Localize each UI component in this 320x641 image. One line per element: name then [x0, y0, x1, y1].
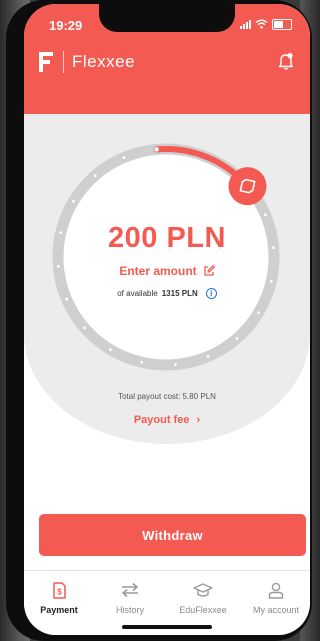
tab-my-account[interactable]: My account: [240, 581, 310, 615]
dial-tick-dot: [72, 199, 75, 203]
user-icon: [268, 582, 284, 599]
dial-tick-dot: [140, 360, 144, 364]
total-payout-cost: Total payout cost: 5.80 PLN: [118, 392, 216, 401]
edit-icon: [204, 265, 215, 276]
dial-tick-dot: [108, 348, 112, 351]
tab-label: History: [115, 605, 144, 615]
chevron-right-icon: ›: [196, 414, 201, 426]
payout-fee-label: Payout fee: [133, 414, 190, 426]
dial-start-dot: [154, 147, 159, 152]
tab-eduflexxee[interactable]: EduFlexxee: [167, 581, 239, 615]
svg-text:$: $: [57, 587, 62, 596]
available-balance: of available 1315 PLN i: [24, 288, 310, 299]
tab-payment[interactable]: $ Payment: [24, 581, 95, 615]
payment-icon: $: [52, 581, 66, 599]
withdraw-amount: 200 PLN: [108, 222, 226, 254]
dial-tick-dot: [93, 174, 97, 177]
info-icon[interactable]: i: [205, 288, 217, 299]
payout-fee-link[interactable]: Payout fee ›: [24, 414, 310, 426]
dial-tick-dot: [122, 156, 126, 159]
dial-tick-dot: [235, 337, 239, 340]
dial-tick-dot: [174, 363, 177, 366]
tab-label: My account: [252, 605, 300, 615]
enter-amount-link[interactable]: Enter amount: [24, 264, 310, 278]
dial-tick-dot: [269, 279, 273, 283]
dial-tick-dot: [206, 355, 210, 358]
tab-label: EduFlexxee: [179, 605, 227, 615]
app-screen: 19:29 Flexxee 200 PLN Enter amount of av…: [24, 4, 310, 635]
dial-tick-dot: [264, 213, 267, 217]
phone-frame: 19:29 Flexxee 200 PLN Enter amount of av…: [6, 0, 312, 641]
tab-history[interactable]: History: [94, 581, 166, 615]
tab-label: Payment: [40, 605, 78, 615]
dial-tick-dot: [257, 311, 260, 315]
withdraw-button[interactable]: Withdraw: [39, 514, 306, 556]
transfer-arrows-icon: [121, 582, 139, 598]
dial-tick-dot: [83, 326, 86, 330]
available-value: 1315 PLN: [161, 289, 198, 298]
graduation-cap-icon: [193, 582, 213, 597]
enter-amount-label: Enter amount: [119, 264, 197, 278]
dial-drag-handle[interactable]: [228, 167, 267, 206]
available-prefix: of available: [117, 289, 158, 298]
home-indicator: [122, 625, 212, 629]
